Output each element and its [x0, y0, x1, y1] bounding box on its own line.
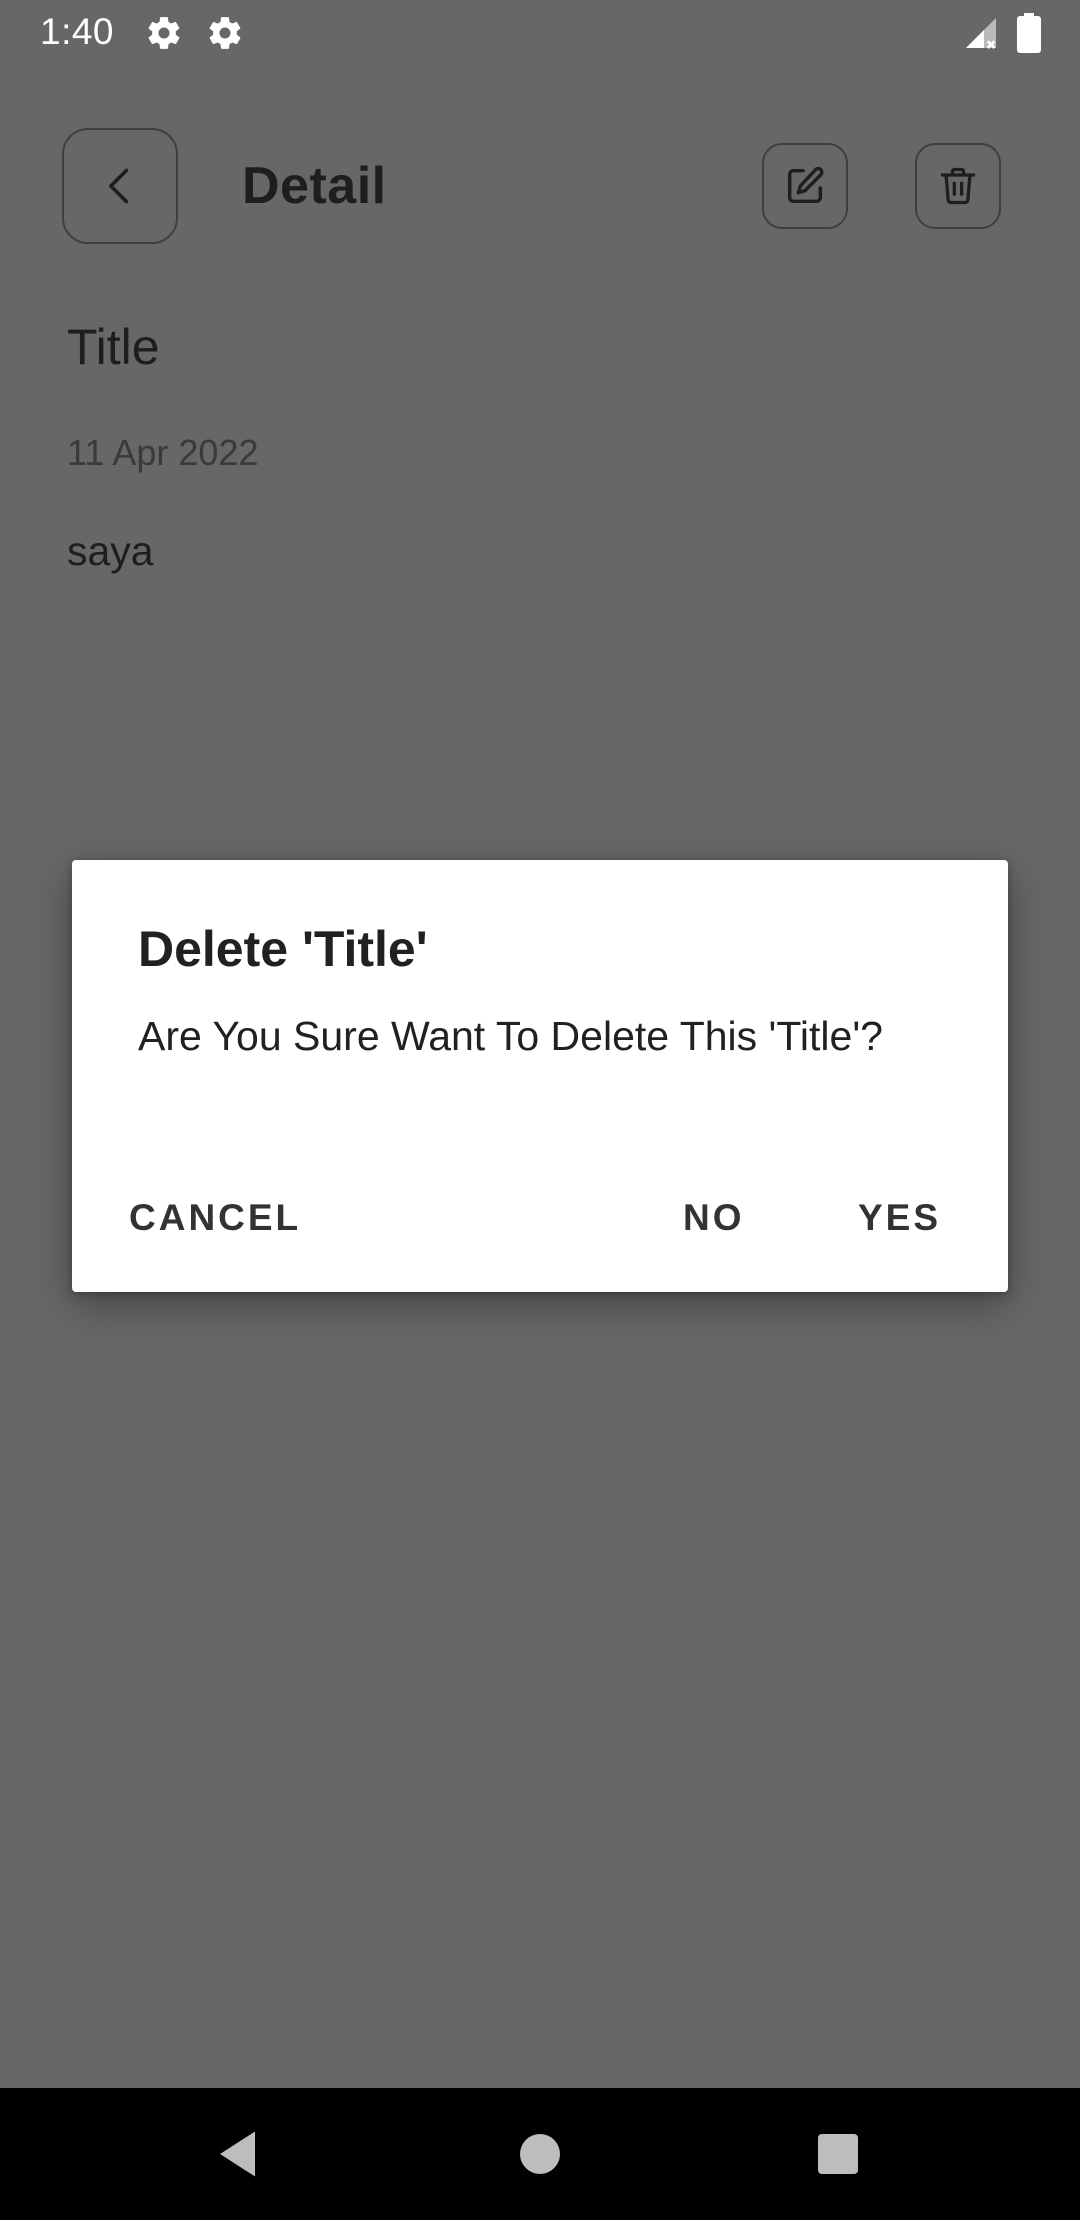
recents-square-icon[interactable] [808, 2124, 868, 2184]
yes-button[interactable]: YES [842, 1178, 957, 1258]
edit-icon [787, 166, 824, 204]
delete-dialog: Delete 'Title' Are You Sure Want To Dele… [72, 860, 1008, 1292]
battery-icon [1017, 13, 1041, 53]
note-title: Title [67, 319, 160, 375]
home-circle-icon[interactable] [510, 2124, 570, 2184]
dialog-title: Delete 'Title' [138, 921, 428, 977]
page-title: Detail [242, 157, 387, 215]
no-button[interactable]: NO [667, 1178, 761, 1258]
dialog-message: Are You Sure Want To Delete This 'Title'… [138, 1013, 883, 1059]
signal-icon [966, 18, 996, 49]
status-time: 1:40 [40, 11, 115, 52]
gear-icon [148, 17, 180, 49]
back-triangle-icon[interactable] [210, 2124, 270, 2184]
chevron-left-icon [109, 168, 129, 204]
note-body: saya [67, 528, 154, 574]
delete-button[interactable] [915, 143, 1001, 229]
status-bar: 1:40 [0, 0, 1080, 66]
gear-icon [209, 17, 241, 49]
cancel-button[interactable]: CANCEL [113, 1178, 317, 1258]
back-button[interactable] [62, 128, 178, 244]
trash-icon [940, 167, 976, 205]
navigation-bar [0, 2088, 1080, 2220]
note-date: 11 Apr 2022 [67, 432, 259, 473]
edit-button[interactable] [762, 143, 848, 229]
app-bar: Detail [0, 120, 1080, 260]
